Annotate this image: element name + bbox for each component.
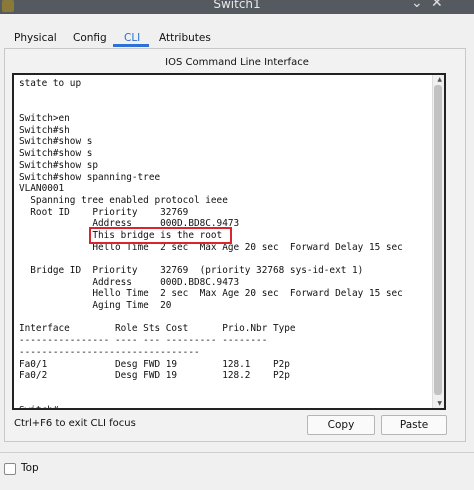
terminal-line: Root ID Priority 32769 <box>19 206 189 218</box>
tab-config[interactable]: Config <box>73 28 107 48</box>
cli-focus-hint: Ctrl+F6 to exit CLI focus <box>14 418 136 429</box>
terminal-line: VLAN0001 <box>19 183 65 195</box>
paste-button[interactable]: Paste <box>381 415 447 435</box>
divider <box>0 452 474 453</box>
terminal-scrollbar[interactable]: ▲ ▼ <box>432 75 444 408</box>
terminal-line: state to up <box>19 78 82 89</box>
terminal-line: Fa0/1 Desg FWD 19 128.1 P2p <box>19 358 290 370</box>
terminal-line: Interface Role Sts Cost Prio.Nbr Type <box>19 323 296 335</box>
terminal-line: Switch#show s <box>19 148 93 160</box>
title-bar: Switch1 ⌄ ✕ <box>0 0 474 14</box>
terminal-line: Switch#show spanning-tree <box>19 171 161 183</box>
tab-physical[interactable]: Physical <box>14 28 57 48</box>
tab-bar: Physical Config CLI Attributes <box>0 28 474 48</box>
terminal-line: Hello Time 2 sec Max Age 20 sec Forward … <box>19 288 403 300</box>
panel-title: IOS Command Line Interface <box>165 57 309 68</box>
scrollbar-thumb[interactable] <box>434 85 442 395</box>
terminal-line: Switch#sh <box>19 124 70 136</box>
top-checkbox-label: Top <box>21 462 39 474</box>
terminal-line: Fa0/2 Desg FWD 19 128.2 P2p <box>19 370 290 382</box>
terminal-line: Address 000D.BD8C.9473 <box>19 276 240 288</box>
scroll-down-icon[interactable]: ▼ <box>437 400 442 407</box>
terminal-line: Aging Time 20 <box>19 300 172 312</box>
terminal-line: -------------------------------- <box>19 346 200 358</box>
tab-attributes[interactable]: Attributes <box>159 28 211 48</box>
root-bridge-highlight <box>89 227 232 244</box>
terminal-line: Switch#show s <box>19 136 93 148</box>
active-tab-indicator <box>113 44 149 47</box>
terminal-line: ---------------- ---- --- --------- ----… <box>19 335 268 347</box>
terminal-line: Bridge ID Priority 32769 (priority 32768… <box>19 265 364 276</box>
terminal-line: Spanning tree enabled protocol ieee <box>19 194 228 206</box>
minimize-icon[interactable]: ⌄ <box>411 0 423 10</box>
scroll-up-icon[interactable]: ▲ <box>437 76 442 83</box>
close-icon[interactable]: ✕ <box>431 0 443 10</box>
terminal-output: state to up Switch>en Switch#sh Switch#show… <box>19 78 403 408</box>
top-checkbox[interactable] <box>4 463 16 475</box>
terminal-line: Switch# <box>19 405 403 408</box>
terminal-line: Switch>en <box>19 113 70 125</box>
copy-button[interactable]: Copy <box>307 415 375 435</box>
terminal-line: Switch#show sp <box>19 159 99 171</box>
window-title: Switch1 <box>213 0 261 11</box>
